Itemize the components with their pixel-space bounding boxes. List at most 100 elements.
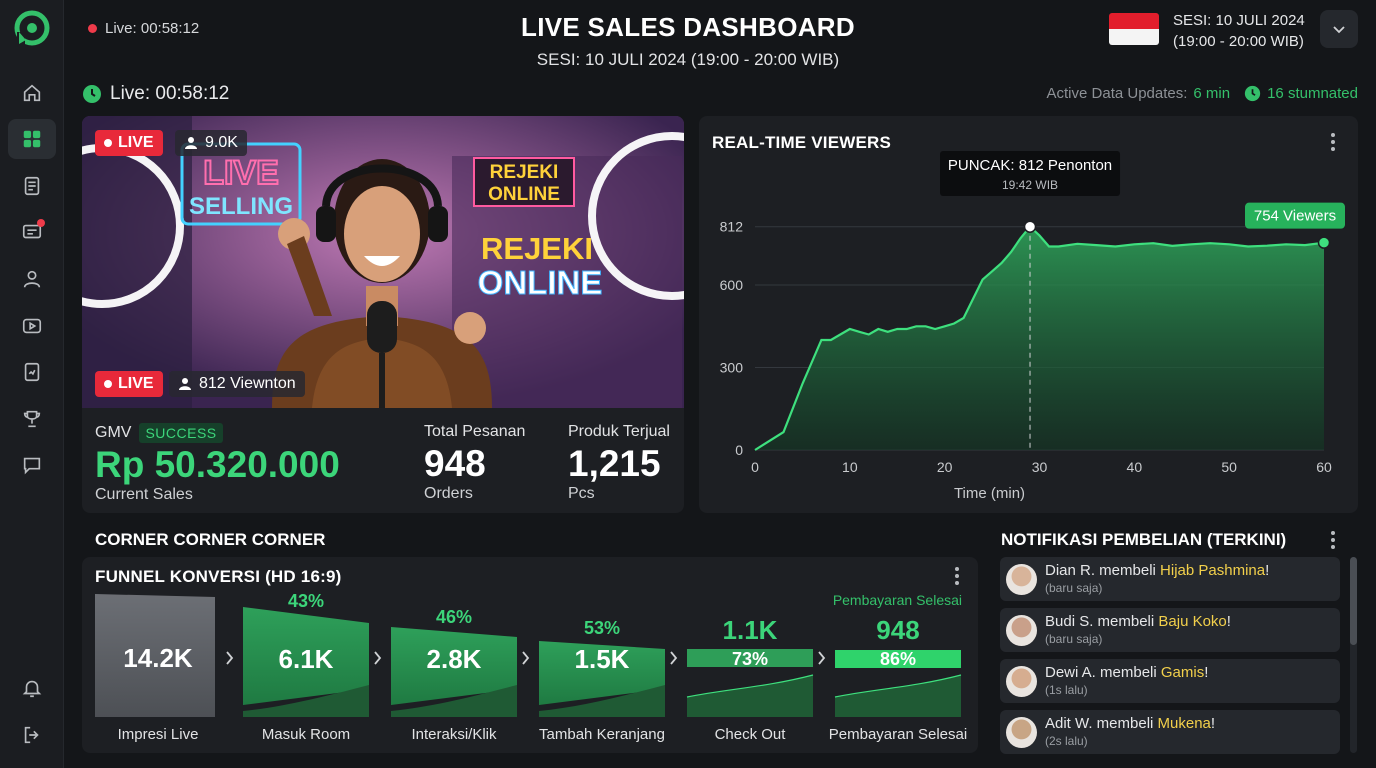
neon-sign-online-big: ONLINE xyxy=(478,264,603,301)
end-point xyxy=(1317,236,1331,249)
chevron-right-icon xyxy=(522,651,530,665)
viewers-area xyxy=(755,226,1324,450)
notification-time: (baru saja) xyxy=(1045,581,1103,595)
y-tick-label: 812 xyxy=(720,219,744,235)
funnel-stage-label: Interaksi/Klik xyxy=(411,726,497,743)
funnel-stage-label: Tambah Keranjang xyxy=(539,726,665,743)
home-icon xyxy=(23,84,41,102)
funnel-card: 14.2K Impresi Live 6.1K 43% Masuk Room 2.8K 46… xyxy=(82,557,978,753)
sidebar-item-home[interactable] xyxy=(8,73,56,113)
gmv-label-text: GMV xyxy=(95,424,132,441)
funnel-stage-trend xyxy=(835,675,961,717)
funnel-stage-value: 1.5K xyxy=(575,644,630,674)
sidebar-item-messages[interactable] xyxy=(8,445,56,485)
orders-label: Total Pesanan xyxy=(424,423,526,440)
session-time: (19:00 - 20:00 WIB) xyxy=(1173,33,1304,50)
buyer-name: Budi S. membeli xyxy=(1045,613,1159,630)
chevron-right-icon xyxy=(374,651,382,665)
purchase-notifications: Dian R. membeli Hijab Pashmina! (baru saj… xyxy=(1000,557,1340,754)
funnel-stage-percent: 46% xyxy=(436,607,472,627)
live-badge-label: LIVE xyxy=(118,134,154,151)
trophy-icon xyxy=(23,410,41,428)
live-host-video-frame: LIVE SELLING REJEKI ONLINE REJEKI ONLINE xyxy=(82,116,684,408)
notifications-more-icon[interactable] xyxy=(1330,531,1336,549)
gmv-value: Rp 50.320.000 xyxy=(95,444,340,485)
live-badge: LIVE xyxy=(95,130,163,156)
status-badge: SUCCESS xyxy=(139,423,223,443)
funnel-stage-percent: 53% xyxy=(584,618,620,638)
avatar xyxy=(1006,666,1037,697)
list-item[interactable]: Budi S. membeli Baju Koko! (baru saja) xyxy=(1000,608,1340,652)
funnel-stage-value: 6.1K xyxy=(279,644,334,674)
document-list-icon xyxy=(24,176,40,196)
list-item[interactable]: Dian R. membeli Hijab Pashmina! (baru saj… xyxy=(1000,557,1340,601)
funnel-stage-value: 14.2K xyxy=(123,643,193,673)
chart-title: REAL-TIME VIEWERS xyxy=(712,133,892,152)
session-date: SESI: 10 JULI 2024 xyxy=(1173,12,1305,29)
scrollbar-thumb[interactable] xyxy=(1350,557,1357,645)
live-badge-label: LIVE xyxy=(118,375,154,392)
sidebar-item-videos[interactable] xyxy=(8,306,56,346)
avatar xyxy=(1006,615,1037,646)
funnel-stage-label: Masuk Room xyxy=(262,726,350,743)
clock-icon xyxy=(1244,85,1261,102)
funnel-stage-label: Check Out xyxy=(715,726,787,743)
indonesia-flag-icon[interactable] xyxy=(1109,13,1159,45)
notifications-title: NOTIFIKASI PEMBELIAN (TERKINI) xyxy=(1001,530,1287,549)
funnel-stage-value: 1.1K xyxy=(723,615,778,645)
sub-live-timer: Live: 00:58:12 xyxy=(82,83,229,105)
notification-time: (1s lalu) xyxy=(1045,683,1088,697)
more-options-icon[interactable] xyxy=(1330,133,1336,151)
orders-caption: Orders xyxy=(424,485,473,502)
sales-stats: GMV SUCCESS Rp 50.320.000 Current Sales … xyxy=(82,408,684,513)
notifications-scrollbar[interactable] xyxy=(1350,557,1357,753)
logout-icon xyxy=(24,726,39,744)
sidebar-item-dashboard[interactable] xyxy=(8,119,56,159)
viewer-count-badge-bottom: 812 Viewnton xyxy=(169,371,305,397)
product-name: Hijab Pashmina xyxy=(1160,562,1266,579)
buyer-name: Adit W. membeli xyxy=(1045,715,1158,732)
sidebar-item-users[interactable] xyxy=(8,259,56,299)
sidebar-item-leaderboard[interactable] xyxy=(8,399,56,439)
page-title: LIVE SALES DASHBOARD xyxy=(521,12,855,42)
product-name: Mukena xyxy=(1157,715,1211,732)
x-tick-label: 50 xyxy=(1221,459,1237,475)
y-tick-label: 600 xyxy=(720,277,744,293)
sidebar-item-chat[interactable] xyxy=(8,212,56,252)
neon-sign-rejeki-big: REJEKI xyxy=(481,231,593,266)
y-tick-label: 0 xyxy=(735,442,743,458)
live-badge-bottom: LIVE xyxy=(95,371,163,397)
products-sold-stat: Produk Terjual 1,215 Pcs xyxy=(568,423,670,503)
funnel-stage-label: Pembayaran Selesai xyxy=(829,726,967,743)
play-video-icon xyxy=(22,318,42,334)
sidebar-item-notifications[interactable] xyxy=(8,668,56,708)
funnel-stage-label: Impresi Live xyxy=(118,726,199,743)
x-tick-label: 40 xyxy=(1127,459,1143,475)
list-item[interactable]: Dewi A. membeli Gamis! (1s lalu) xyxy=(1000,659,1340,703)
peak-tooltip-time: 19:42 WIB xyxy=(1002,178,1058,192)
chevron-right-icon xyxy=(670,651,678,665)
updates-label: Active Data Updates: xyxy=(1046,85,1188,102)
live-video-player[interactable]: LIVE SELLING REJEKI ONLINE REJEKI ONLINE… xyxy=(82,116,684,408)
viewer-count-text: 9.0K xyxy=(205,134,238,151)
x-tick-label: 60 xyxy=(1316,459,1332,475)
x-tick-label: 20 xyxy=(937,459,953,475)
funnel-more-icon[interactable] xyxy=(954,567,960,585)
y-tick-label: 300 xyxy=(720,360,744,376)
section-title: CORNER CORNER CORNER xyxy=(95,530,326,549)
funnel-title: FUNNEL KONVERSI (HD 16:9) xyxy=(95,567,342,586)
notification-suffix: ! xyxy=(1210,715,1216,732)
sidebar-item-reports[interactable] xyxy=(8,352,56,392)
notification-text: Dian R. membeli Hijab Pashmina! xyxy=(1045,562,1269,579)
neon-sign-rejeki-small: REJEKI xyxy=(490,162,559,183)
list-item[interactable]: Adit W. membeli Mukena! (2s lalu) xyxy=(1000,710,1340,754)
session-dropdown-button[interactable] xyxy=(1320,10,1358,48)
sidebar-item-logout[interactable] xyxy=(8,715,56,755)
viewers-chart[interactable]: 0 300 600 812 0 10 20 30 40 50 60 Time (min) PUNCAK:… xyxy=(699,116,1358,513)
product-name: Baju Koko xyxy=(1158,613,1227,630)
user-icon xyxy=(185,137,197,149)
clock-icon xyxy=(83,85,101,103)
sidebar-item-orders[interactable] xyxy=(8,166,56,206)
peak-point xyxy=(1023,220,1037,233)
peak-tooltip-label: PUNCAK: 812 Penonton xyxy=(948,157,1112,174)
